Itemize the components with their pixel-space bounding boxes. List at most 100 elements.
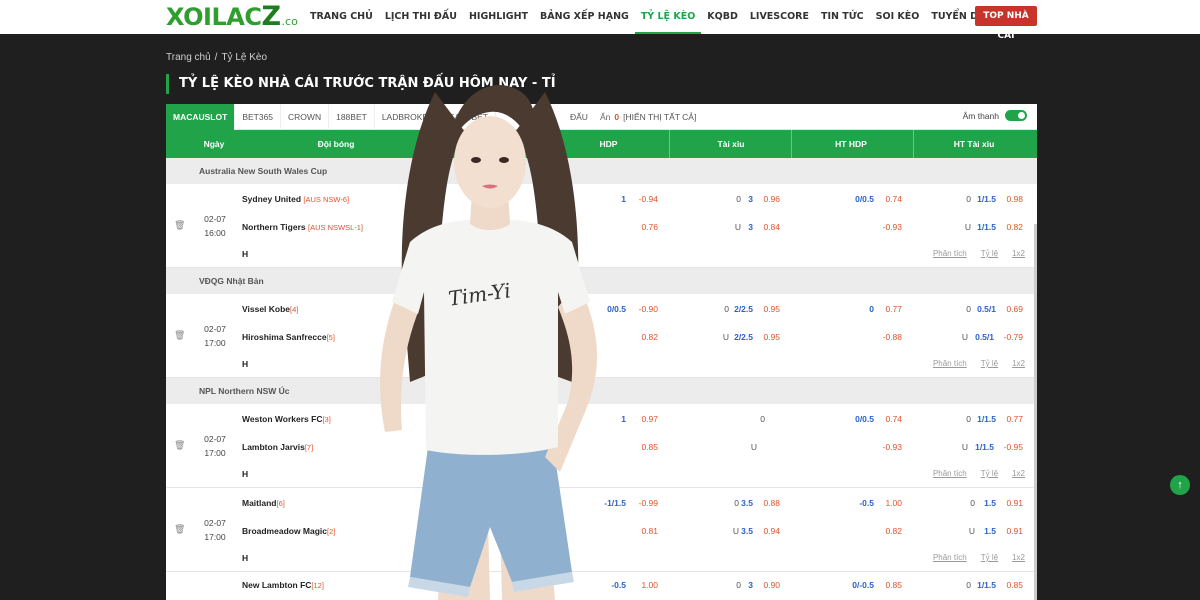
header-ht-ou: HT Tài xỉu — [953, 139, 995, 149]
nav-kqbd[interactable]: KQBD — [701, 0, 744, 34]
ou-under-odd[interactable]: 0.95 — [756, 332, 780, 342]
odds-link[interactable]: Tỷ lệ — [981, 249, 998, 258]
nav-tin-tuc[interactable]: TIN TỨC — [815, 0, 870, 34]
ht-ou-under-label: U — [968, 526, 975, 536]
ht-ou-line: 1/1.5 — [977, 222, 996, 232]
ht-hdp-home-odd[interactable]: 0.74 — [876, 194, 902, 204]
site-logo[interactable]: XOILACZ .co — [166, 2, 298, 32]
ht-ou-line: 1/1.5 — [977, 414, 996, 424]
ht-hdp-away-odd[interactable]: 0.82 — [871, 526, 902, 536]
ht-ou-line: 0.5/1 — [977, 304, 996, 314]
ht-ou-over-label: 0 — [966, 304, 971, 314]
nav-livescore[interactable]: LIVESCORE — [744, 0, 815, 34]
ht-ou-under-odd[interactable]: -0.95 — [996, 442, 1023, 452]
ou-over-label: 0 — [734, 498, 739, 508]
nav-highlight[interactable]: HIGHLIGHT — [463, 0, 534, 34]
nav-bang-xep-hang[interactable]: BẢNG XẾP HẠNG — [534, 0, 635, 34]
ht-ou-over-odd[interactable]: 0.69 — [999, 304, 1023, 314]
tab-macauslot[interactable]: MACAUSLOT — [166, 104, 236, 130]
ou-over-label: 0 — [724, 304, 729, 314]
header-ht-hdp: HT HDP — [835, 139, 867, 149]
nav-lich-thi-dau[interactable]: LỊCH THI ĐẤU — [379, 0, 463, 34]
match-links: Phân tích Tỷ lệ 1x2 — [933, 469, 1025, 478]
ou-over-odd[interactable]: 0.95 — [756, 304, 780, 314]
ou-over-odd[interactable]: 0.96 — [756, 194, 780, 204]
ht-ou-line: 1.5 — [984, 526, 996, 536]
away-team[interactable]: Hiroshima Sanfrecce[5] — [242, 332, 335, 342]
ht-hdp-line: 0 — [869, 304, 874, 314]
ou-under-label: U — [732, 526, 739, 536]
ht-ou-under-odd[interactable]: 0.82 — [999, 222, 1023, 232]
odds-link[interactable]: Tỷ lệ — [981, 469, 998, 478]
breadcrumb-home[interactable]: Trang chủ — [166, 52, 211, 63]
analysis-link[interactable]: Phân tích — [933, 553, 967, 562]
home-team[interactable]: Maitland[6] — [242, 498, 285, 508]
draw-label: H — [242, 359, 249, 369]
ht-ou-line: 1/1.5 — [977, 194, 996, 204]
ht-ou-over-odd[interactable]: 0.98 — [999, 194, 1023, 204]
odds-link[interactable]: Tỷ lệ — [981, 359, 998, 368]
match-datetime: 02-07 17:00 — [204, 518, 226, 542]
ht-hdp-line: 0/0.5 — [855, 194, 874, 204]
nav-trang-chu[interactable]: TRANG CHỦ — [304, 0, 379, 34]
ou-under-odd[interactable]: 0.94 — [756, 526, 780, 536]
breadcrumb: Trang chủ / Tỷ Lệ Kèo — [166, 52, 267, 63]
ht-ou-under-odd[interactable]: -0.79 — [996, 332, 1023, 342]
1x2-link[interactable]: 1x2 — [1012, 469, 1025, 478]
sound-toggle[interactable] — [1005, 110, 1027, 121]
away-team[interactable]: Lambton Jarvis[7] — [242, 442, 313, 452]
1x2-link[interactable]: 1x2 — [1012, 249, 1025, 258]
ou-over-odd[interactable]: 0.90 — [756, 580, 780, 590]
away-team[interactable]: Broadmeadow Magic[2] — [242, 526, 335, 536]
ht-hdp-away-odd[interactable]: -0.93 — [871, 442, 902, 452]
ht-ou-over-odd[interactable]: 0.77 — [999, 414, 1023, 424]
ht-hdp-away-odd[interactable]: -0.93 — [871, 222, 902, 232]
header-divider — [669, 130, 670, 158]
1x2-link[interactable]: 1x2 — [1012, 553, 1025, 562]
ou-under-odd[interactable]: 0.84 — [756, 222, 780, 232]
match-datetime: 02-07 16:00 — [204, 214, 226, 238]
trash-icon[interactable]: 🗑 — [174, 524, 185, 535]
analysis-link[interactable]: Phân tích — [933, 469, 967, 478]
ht-hdp-home-odd[interactable]: 0.77 — [876, 304, 902, 314]
ou-over-label: 0 — [736, 194, 741, 204]
analysis-link[interactable]: Phân tích — [933, 249, 967, 258]
ht-ou-line: 1/1.5 — [975, 442, 994, 452]
ht-hdp-home-odd[interactable]: 0.74 — [876, 414, 902, 424]
nav-soi-keo[interactable]: SOI KÈO — [870, 0, 926, 34]
ou-over-odd[interactable]: 0.88 — [756, 498, 780, 508]
tab-bet365[interactable]: BET365 — [235, 104, 282, 130]
main-nav: TRANG CHỦ LỊCH THI ĐẤU HIGHLIGHT BẢNG XẾ… — [304, 0, 1008, 34]
ht-hdp-line: 0/0.5 — [855, 414, 874, 424]
top-nha-cai-button[interactable]: TOP NHÀ CÁI — [975, 6, 1037, 41]
ht-ou-over-odd[interactable]: 0.85 — [999, 580, 1023, 590]
draw-label: H — [242, 469, 249, 479]
ht-hdp-away-odd[interactable]: -0.88 — [871, 332, 902, 342]
analysis-link[interactable]: Phân tích — [933, 359, 967, 368]
ht-ou-under-odd[interactable]: 0.91 — [999, 526, 1023, 536]
ht-ou-over-odd[interactable]: 0.91 — [999, 498, 1023, 508]
arrow-up-icon[interactable]: ↑ — [1170, 475, 1190, 495]
ou-over-label: 0 — [736, 580, 741, 590]
odds-link[interactable]: Tỷ lệ — [981, 553, 998, 562]
tab-crown[interactable]: CROWN — [281, 104, 330, 130]
header-ou: Tài xỉu — [717, 139, 745, 149]
trash-icon[interactable]: 🗑 — [174, 440, 185, 451]
nav-ty-le-keo[interactable]: TỶ LỆ KÈO — [634, 0, 702, 34]
model-photo: Tim-Yi — [380, 84, 597, 600]
ht-hdp-home-odd[interactable]: 1.00 — [876, 498, 902, 508]
ht-hdp-home-odd[interactable]: 0.85 — [876, 580, 902, 590]
home-team[interactable]: New Lambton FC[12] — [242, 580, 324, 590]
ou-under-label: U — [734, 222, 741, 232]
ht-ou-line: 0.5/1 — [975, 332, 994, 342]
trash-icon[interactable]: 🗑 — [174, 330, 185, 341]
home-team[interactable]: Sydney United [AUS NSW-6] — [242, 194, 349, 204]
table-scrollbar[interactable] — [1034, 224, 1037, 600]
logo-tld: .co — [281, 15, 298, 28]
trash-icon[interactable]: 🗑 — [174, 220, 185, 231]
home-team[interactable]: Weston Workers FC[3] — [242, 414, 331, 424]
home-team[interactable]: Vissel Kobe[4] — [242, 304, 298, 314]
logo-text: XOILACZ — [166, 1, 281, 32]
match-datetime: 02-07 17:00 — [204, 434, 226, 458]
1x2-link[interactable]: 1x2 — [1012, 359, 1025, 368]
